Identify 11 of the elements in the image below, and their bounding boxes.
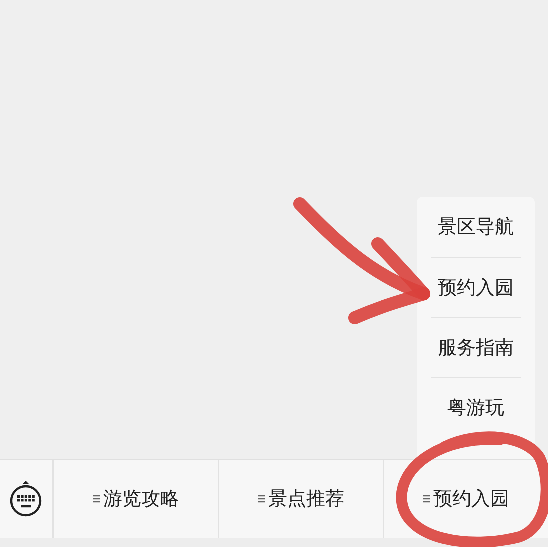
menu-item[interactable]: 景区导航 [431,197,521,257]
menu-item[interactable]: 预约入园 [431,257,521,317]
menu-tab[interactable]: 游览攻略 [53,460,218,538]
keyboard-icon [10,480,42,518]
menu-icon [92,495,100,503]
menu-icon [258,495,264,503]
menu-item[interactable]: 服务指南 [431,317,521,377]
menu-tab[interactable]: 景点推荐 [218,460,383,538]
menu-item[interactable]: 粤游玩 [431,377,521,437]
menu-icon [422,495,430,503]
menu-tab[interactable]: 预约入园 [383,460,548,538]
